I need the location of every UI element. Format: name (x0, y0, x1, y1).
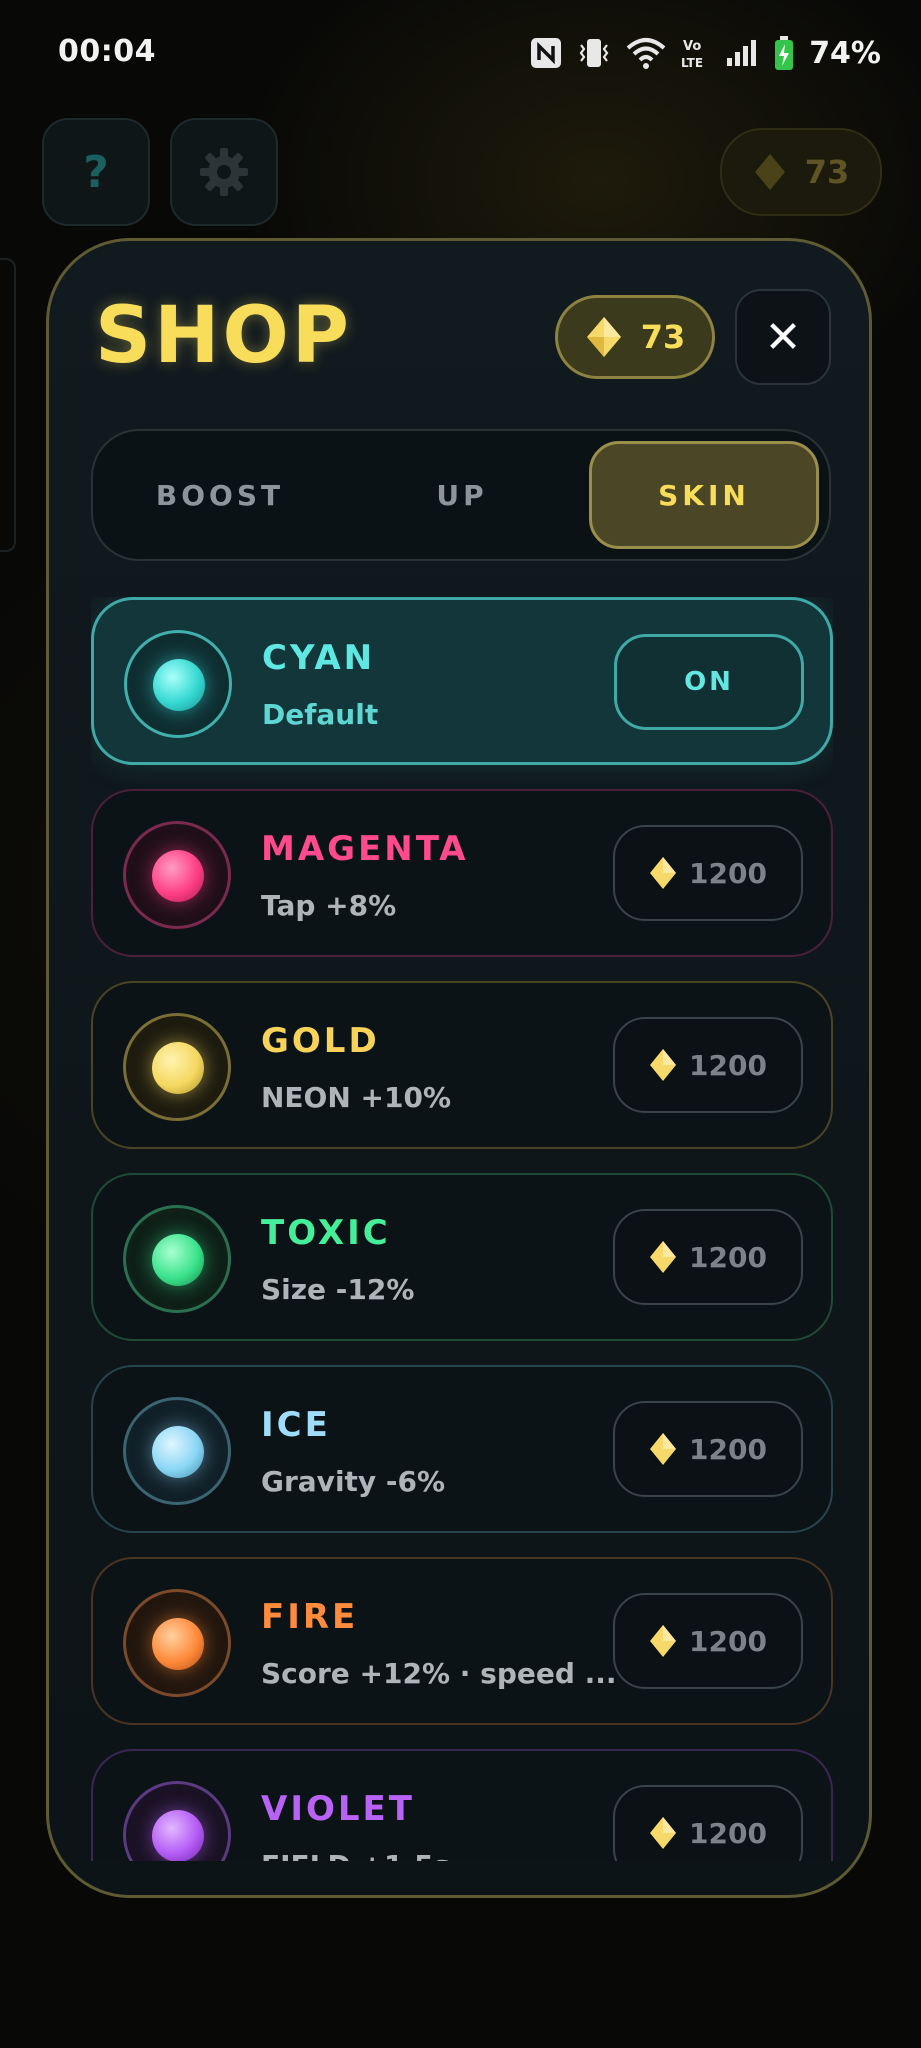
buy-button[interactable]: 1200 (613, 1593, 803, 1689)
close-icon: ✕ (764, 311, 802, 363)
skin-name: GOLD (261, 1021, 380, 1061)
skin-list[interactable]: CYAN Default ON MAGENTA Tap +8% 1200 GOL… (91, 597, 833, 1861)
diamond-icon (650, 1049, 677, 1081)
skin-item-cyan[interactable]: CYAN Default ON (91, 597, 833, 765)
status-time: 00:04 (58, 34, 156, 69)
buy-button[interactable]: 1200 (613, 1017, 803, 1113)
skin-name: VIOLET (261, 1789, 415, 1829)
skin-item-toxic[interactable]: TOXIC Size -12% 1200 (91, 1173, 833, 1341)
buy-button[interactable]: 1200 (613, 1209, 803, 1305)
tab-up[interactable]: UP (347, 441, 577, 549)
skin-name: ICE (261, 1405, 331, 1445)
price: 1200 (689, 1048, 767, 1082)
help-button[interactable]: ? (42, 118, 150, 226)
skin-name: FIRE (261, 1597, 359, 1637)
skin-desc: FIELD +1.5s (261, 1849, 450, 1861)
orb-preview (123, 821, 231, 929)
settings-button[interactable] (170, 118, 278, 226)
diamond-icon (754, 154, 785, 190)
skin-name: CYAN (262, 638, 376, 678)
hud-gem-count: 73 (804, 153, 850, 191)
svg-text:LTE: LTE (681, 56, 703, 70)
skin-item-gold[interactable]: GOLD NEON +10% 1200 (91, 981, 833, 1149)
help-label: ? (83, 146, 109, 198)
skin-item-ice[interactable]: ICE Gravity -6% 1200 (91, 1365, 833, 1533)
gear-icon (200, 148, 248, 196)
orb-preview (123, 1781, 231, 1861)
status-bar: 00:04 Vo LTE 74% (0, 0, 921, 104)
shop-modal: SHOP 73 ✕ BOOST UP SKIN CYAN Default ON (46, 238, 872, 1898)
buy-button[interactable]: 1200 (613, 825, 803, 921)
vibrate-icon (579, 39, 609, 67)
orb-preview (124, 630, 232, 738)
skin-desc: Tap +8% (261, 889, 397, 922)
battery-charging-icon (775, 36, 794, 70)
skin-item-violet[interactable]: VIOLET FIELD +1.5s 1200 (91, 1749, 833, 1861)
tab-boost[interactable]: BOOST (105, 441, 335, 549)
orb-preview (123, 1205, 231, 1313)
orb-preview (123, 1589, 231, 1697)
price: 1200 (689, 1624, 767, 1658)
signal-icon (727, 40, 757, 66)
skin-desc: Size -12% (261, 1273, 415, 1306)
price: 1200 (689, 1240, 767, 1274)
shop-tabs: BOOST UP SKIN (91, 429, 831, 561)
shop-gem-count: 73 (640, 318, 686, 356)
skin-desc: Default (262, 698, 379, 731)
skin-name: MAGENTA (261, 829, 469, 869)
buy-button[interactable]: 1200 (613, 1401, 803, 1497)
volte-icon: Vo LTE (681, 39, 703, 70)
svg-text:Vo: Vo (683, 39, 701, 54)
wifi-icon (626, 38, 666, 69)
skin-desc: Gravity -6% (261, 1465, 446, 1498)
diamond-icon (650, 1625, 677, 1657)
diamond-icon (650, 857, 677, 889)
price: 1200 (689, 1432, 767, 1466)
battery-percent: 74% (809, 35, 881, 71)
skin-item-magenta[interactable]: MAGENTA Tap +8% 1200 (91, 789, 833, 957)
skin-desc: Score +12% · speed ... (261, 1657, 617, 1690)
diamond-icon (650, 1817, 677, 1849)
close-button[interactable]: ✕ (735, 289, 831, 385)
orb-preview (123, 1397, 231, 1505)
side-drawer-edge (0, 258, 16, 552)
orb-preview (123, 1013, 231, 1121)
shop-gem-counter: 73 (555, 295, 715, 379)
status-icons: Vo LTE 74% (529, 34, 881, 72)
price: 1200 (689, 1816, 767, 1850)
nfc-icon (531, 38, 562, 68)
equipped-button[interactable]: ON (614, 634, 804, 730)
shop-title: SHOP (95, 291, 352, 381)
skin-desc: NEON +10% (261, 1081, 452, 1114)
diamond-icon (586, 317, 621, 357)
diamond-icon (650, 1241, 677, 1273)
skin-item-fire[interactable]: FIRE Score +12% · speed ... 1200 (91, 1557, 833, 1725)
price: 1200 (689, 856, 767, 890)
skin-name: TOXIC (261, 1213, 391, 1253)
diamond-icon (650, 1433, 677, 1465)
hud-gem-counter: 73 (720, 128, 882, 216)
buy-button[interactable]: 1200 (613, 1785, 803, 1861)
tab-skin[interactable]: SKIN (589, 441, 819, 549)
